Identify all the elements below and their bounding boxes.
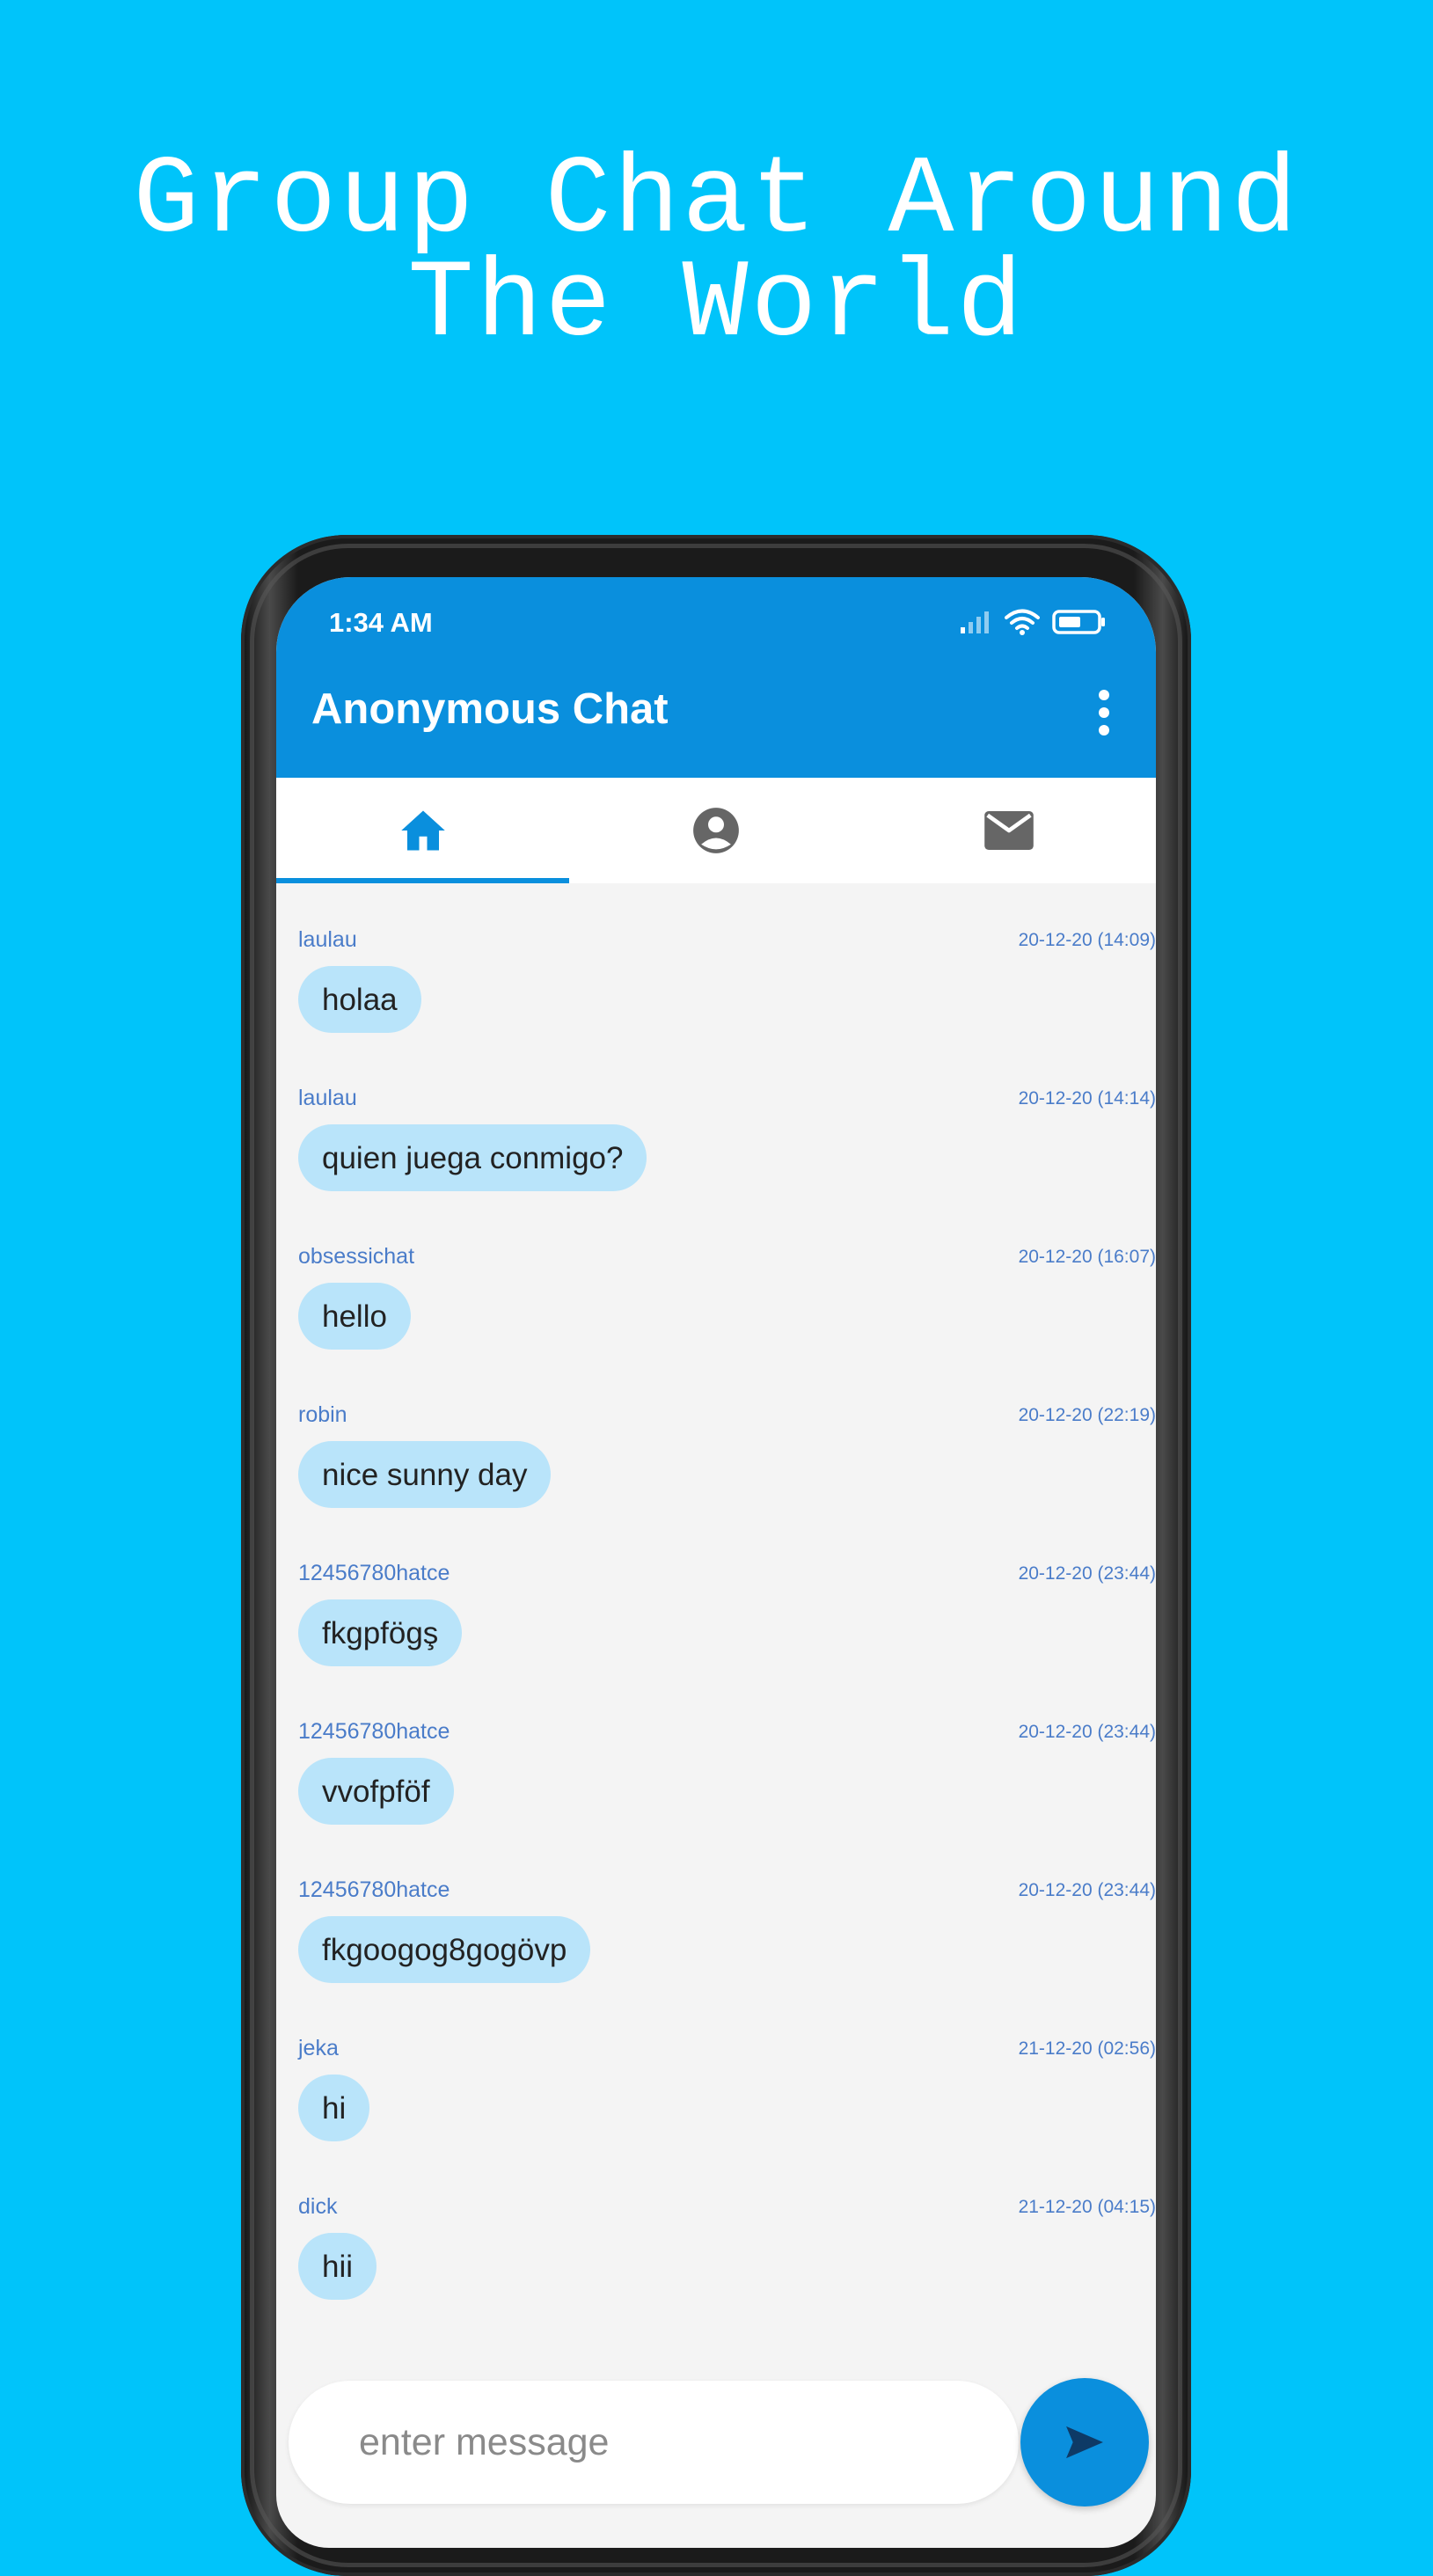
phone-frame: 1:34 AM Anonymous Chat laulau 20-12-20 (…: [241, 535, 1191, 2576]
message-timestamp: 20-12-20 (22:19): [1018, 1405, 1156, 1425]
tab-bar: [276, 778, 1156, 883]
promo-headline: Group Chat Around The World: [0, 139, 1433, 368]
message-username: 12456780hatce: [298, 1561, 450, 1585]
message-username: obsessichat: [298, 1244, 415, 1269]
status-icons: [959, 607, 1107, 637]
message-bubble: vvofpföf: [298, 1758, 454, 1825]
message-composer: [289, 2381, 1019, 2504]
message-timestamp: 21-12-20 (02:56): [1018, 2038, 1156, 2059]
message-timestamp: 20-12-20 (23:44): [1018, 1563, 1156, 1584]
message-bubble: nice sunny day: [298, 1441, 552, 1508]
message-bubble: hi: [298, 2075, 370, 2141]
message-timestamp: 20-12-20 (16:07): [1018, 1247, 1156, 1267]
home-icon: [400, 810, 445, 851]
headline-line-2: The World: [407, 243, 1026, 368]
overflow-menu-button[interactable]: [1091, 688, 1117, 737]
message-bubble: hello: [298, 1283, 411, 1350]
message-username: 12456780hatce: [298, 1719, 450, 1744]
phone-screen: 1:34 AM Anonymous Chat laulau 20-12-20 (…: [276, 577, 1156, 2548]
account-circle-icon: [693, 808, 739, 853]
message-username: dick: [298, 2194, 338, 2219]
tab-profile[interactable]: [569, 778, 862, 883]
tab-home[interactable]: [276, 778, 570, 883]
headline-line-1: Group Chat Around: [133, 139, 1300, 264]
message-item: laulau 20-12-20 (14:09) holaa: [276, 927, 1156, 1086]
message-item: dick 21-12-20 (04:15) hii: [276, 2194, 1156, 2353]
message-bubble: hii: [298, 2233, 377, 2300]
message-username: jeka: [298, 2036, 339, 2060]
message-item: 12456780hatce 20-12-20 (23:44) fkgpfögş: [276, 1561, 1156, 1719]
message-username: laulau: [298, 1086, 357, 1110]
message-bubble: fkgoogog8gogövp: [298, 1916, 591, 1983]
message-bubble: quien juega conmigo?: [298, 1124, 647, 1191]
more-vert-icon: [1099, 690, 1109, 735]
message-username: robin: [298, 1402, 347, 1427]
message-timestamp: 20-12-20 (23:44): [1018, 1880, 1156, 1900]
message-item: obsessichat 20-12-20 (16:07) hello: [276, 1244, 1156, 1402]
message-list[interactable]: laulau 20-12-20 (14:09) holaa laulau 20-…: [276, 883, 1156, 2344]
message-item: 12456780hatce 20-12-20 (23:44) vvofpföf: [276, 1719, 1156, 1877]
send-button[interactable]: [1020, 2378, 1149, 2506]
message-timestamp: 20-12-20 (14:14): [1018, 1088, 1156, 1109]
message-timestamp: 20-12-20 (23:44): [1018, 1722, 1156, 1742]
message-bubble: fkgpfögş: [298, 1599, 463, 1666]
wifi-icon: [1005, 609, 1040, 635]
tab-messages[interactable]: [863, 778, 1156, 883]
message-timestamp: 21-12-20 (04:15): [1018, 2197, 1156, 2217]
app-title: Anonymous Chat: [311, 685, 669, 733]
status-time: 1:34 AM: [329, 607, 433, 638]
app-header: 1:34 AM Anonymous Chat: [276, 577, 1156, 778]
message-bubble: holaa: [298, 966, 421, 1033]
signal-icon: [961, 611, 989, 633]
message-input[interactable]: [359, 2416, 975, 2469]
message-username: 12456780hatce: [298, 1877, 450, 1902]
message-item: laulau 20-12-20 (14:14) quien juega conm…: [276, 1086, 1156, 1244]
message-item: 12456780hatce 20-12-20 (23:44) fkgoogog8…: [276, 1877, 1156, 2036]
battery-icon: [1052, 610, 1105, 634]
message-item: robin 20-12-20 (22:19) nice sunny day: [276, 1402, 1156, 1561]
mail-icon: [984, 811, 1035, 850]
message-username: laulau: [298, 927, 357, 952]
message-timestamp: 20-12-20 (14:09): [1018, 930, 1156, 950]
message-item: jeka 21-12-20 (02:56) hi: [276, 2036, 1156, 2194]
send-icon: [1066, 2426, 1103, 2459]
